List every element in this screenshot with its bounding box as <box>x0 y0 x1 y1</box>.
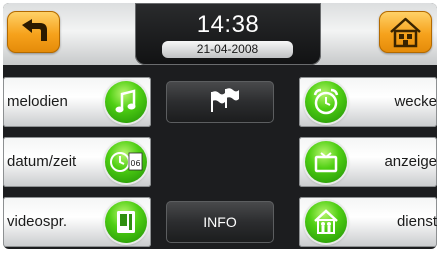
back-arrow-icon <box>22 19 47 41</box>
menu-videospr-button[interactable]: videospr. <box>3 197 151 247</box>
clock-panel: 14:38 21-04-2008 <box>135 3 321 65</box>
menu-wecke-label: wecke <box>394 93 437 110</box>
home-icon <box>390 17 421 48</box>
service-icon <box>305 201 347 243</box>
svg-text:06: 06 <box>130 159 140 168</box>
menu-datum-zeit-label: datum/zeit <box>7 153 77 170</box>
music-note-icon <box>105 81 147 123</box>
top-bar: 14:38 21-04-2008 <box>3 3 437 65</box>
video-intercom-icon <box>105 201 147 243</box>
menu-anzeige-button[interactable]: anzeige <box>299 137 437 187</box>
menu-anzeige-label: anzeige <box>384 153 437 170</box>
menu-datum-zeit-button[interactable]: datum/zeit 06 <box>3 137 151 187</box>
date-display: 21-04-2008 <box>162 41 293 58</box>
display-icon <box>305 141 347 183</box>
flags-icon <box>211 88 239 112</box>
alarm-clock-icon <box>305 81 347 123</box>
menu-videospr-label: videospr. <box>7 213 68 230</box>
menu-wecke-button[interactable]: wecke <box>299 77 437 127</box>
info-label: INFO <box>203 214 237 230</box>
language-button[interactable] <box>166 81 274 123</box>
menu-dienst-label: dienst <box>396 213 437 230</box>
info-button[interactable]: INFO <box>166 201 274 243</box>
device-screen: 14:38 21-04-2008 melodien datum/zeit 06 … <box>3 3 437 249</box>
clock-calendar-icon: 06 <box>105 141 147 183</box>
menu-melodien-button[interactable]: melodien <box>3 77 151 127</box>
home-button[interactable] <box>379 11 432 53</box>
back-button[interactable] <box>7 11 60 53</box>
time-display: 14:38 <box>196 11 260 38</box>
menu-dienst-button[interactable]: dienst <box>299 197 437 247</box>
menu-melodien-label: melodien <box>7 93 68 110</box>
